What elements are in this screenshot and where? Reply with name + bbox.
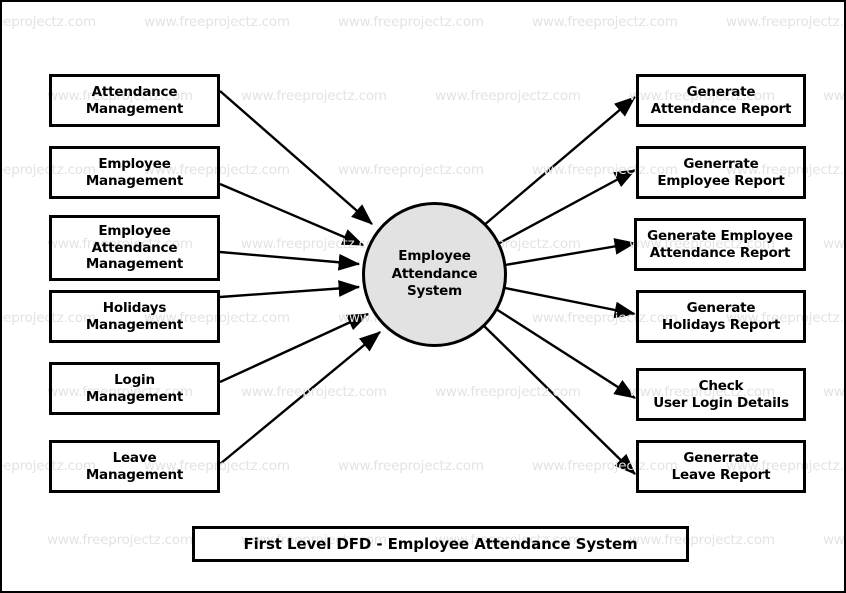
entity-box-login-management[interactable]: Login Management bbox=[49, 362, 220, 415]
output-box-generate-attendance-report[interactable]: Generate Attendance Report bbox=[636, 74, 806, 127]
entity-label-holidays-management: Holidays Management bbox=[85, 300, 184, 333]
entity-label-employee-management: Employee Management bbox=[85, 156, 184, 189]
output-label-generate-holidays-report: Generate Holidays Report bbox=[661, 300, 781, 333]
flow-arrow-attendance-management-in bbox=[219, 90, 373, 225]
diagram-caption-text: First Level DFD - Employee Attendance Sy… bbox=[243, 535, 638, 553]
entity-label-login-management: Login Management bbox=[85, 372, 184, 405]
flow-arrow-login-management-in bbox=[219, 312, 370, 384]
dfd-diagram-canvas: www.freeprojectz.comwww.freeprojectz.com… bbox=[0, 0, 846, 593]
process-label-employee-attendance-system: Employee Attendance System bbox=[391, 248, 478, 300]
flow-arrow-employee-attendance-management-in bbox=[219, 250, 361, 271]
flow-arrow-generate-holidays-report-out bbox=[504, 286, 637, 319]
output-box-generrate-employee-report[interactable]: Generrate Employee Report bbox=[636, 146, 806, 199]
entity-box-attendance-management[interactable]: Attendance Management bbox=[49, 74, 220, 127]
output-label-generrate-leave-report: Generrate Leave Report bbox=[671, 450, 771, 483]
flow-arrow-employee-management-in bbox=[219, 182, 365, 247]
diagram-caption-box: First Level DFD - Employee Attendance Sy… bbox=[192, 526, 689, 562]
flow-arrow-generate-attendance-report-out bbox=[482, 96, 636, 227]
entity-box-leave-management[interactable]: Leave Management bbox=[49, 440, 220, 493]
flow-arrow-holidays-management-in bbox=[219, 280, 361, 299]
output-box-generrate-leave-report[interactable]: Generrate Leave Report bbox=[636, 440, 806, 493]
output-box-generate-employee-attendance-report[interactable]: Generate Employee Attendance Report bbox=[634, 218, 806, 271]
output-label-generrate-employee-report: Generrate Employee Report bbox=[657, 156, 785, 189]
entity-label-leave-management: Leave Management bbox=[85, 450, 184, 483]
output-box-check-user-login-details[interactable]: Check User Login Details bbox=[636, 368, 806, 421]
entity-label-employee-attendance-management: Employee Attendance Management bbox=[85, 223, 184, 273]
flow-arrow-leave-management-in bbox=[219, 331, 381, 465]
output-label-generate-attendance-report: Generate Attendance Report bbox=[650, 84, 792, 117]
entity-box-employee-management[interactable]: Employee Management bbox=[49, 146, 220, 199]
process-circle-employee-attendance-system[interactable]: Employee Attendance System bbox=[362, 202, 507, 347]
output-label-check-user-login-details: Check User Login Details bbox=[653, 378, 789, 411]
flow-arrow-generate-employee-attendance-report-out bbox=[504, 238, 637, 267]
output-box-generate-holidays-report[interactable]: Generate Holidays Report bbox=[636, 290, 806, 343]
entity-box-employee-attendance-management[interactable]: Employee Attendance Management bbox=[49, 215, 220, 281]
flow-arrow-generrate-leave-report-out bbox=[481, 323, 636, 475]
entity-box-holidays-management[interactable]: Holidays Management bbox=[49, 290, 220, 343]
output-label-generate-employee-attendance-report: Generate Employee Attendance Report bbox=[647, 228, 793, 261]
flow-arrow-generate-employee-report-out bbox=[493, 168, 637, 248]
flow-arrow-check-user-login-details-out bbox=[495, 307, 637, 400]
entity-label-attendance-management: Attendance Management bbox=[85, 84, 184, 117]
